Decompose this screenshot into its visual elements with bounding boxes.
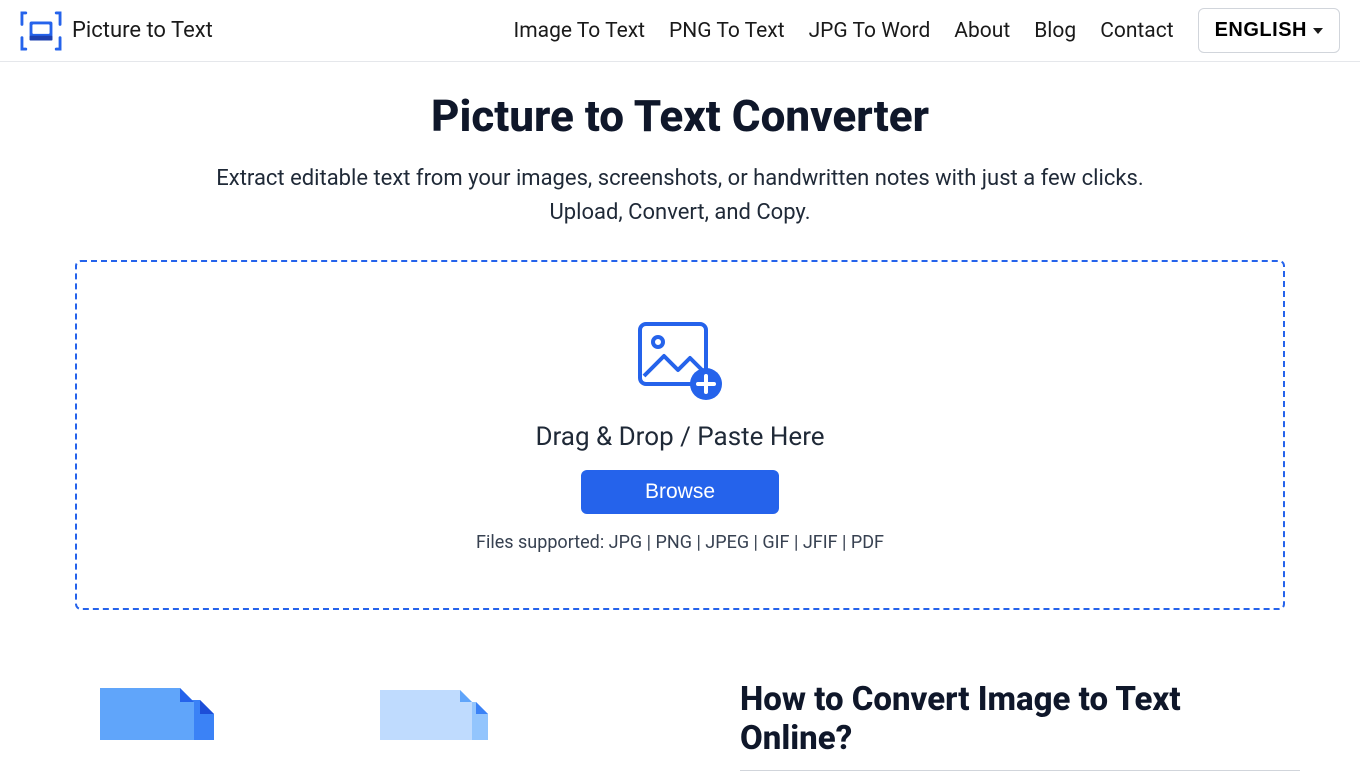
header: Picture to Text Image To Text PNG To Tex… — [0, 0, 1360, 62]
upload-image-icon — [634, 318, 726, 404]
nav-png-to-text[interactable]: PNG To Text — [669, 19, 785, 43]
illustration — [60, 680, 510, 740]
language-label: ENGLISH — [1215, 19, 1307, 42]
nav-contact[interactable]: Contact — [1100, 19, 1173, 43]
browse-button[interactable]: Browse — [581, 470, 779, 514]
dropzone-container: Drag & Drop / Paste Here Browse Files su… — [0, 230, 1360, 640]
nav-image-to-text[interactable]: Image To Text — [514, 19, 646, 43]
drop-text: Drag & Drop / Paste Here — [535, 422, 824, 452]
caret-down-icon — [1313, 28, 1323, 34]
file-stack-icon-light — [380, 690, 510, 740]
main-nav: Image To Text PNG To Text JPG To Word Ab… — [514, 8, 1340, 53]
how-to-title: How to Convert Image to Text Online? — [740, 680, 1300, 771]
hero-section: Picture to Text Converter Extract editab… — [0, 62, 1360, 230]
nav-blog[interactable]: Blog — [1034, 19, 1076, 43]
nav-jpg-to-word[interactable]: JPG To Word — [809, 19, 931, 43]
language-selector[interactable]: ENGLISH — [1198, 8, 1340, 53]
brand-logo-icon — [20, 11, 62, 51]
dropzone[interactable]: Drag & Drop / Paste Here Browse Files su… — [75, 260, 1285, 610]
how-to-section: How to Convert Image to Text Online? — [0, 640, 1360, 771]
page-title: Picture to Text Converter — [20, 90, 1340, 142]
brand-text: Picture to Text — [72, 18, 213, 43]
how-to-content: How to Convert Image to Text Online? — [740, 680, 1300, 771]
page-subtitle: Extract editable text from your images, … — [210, 162, 1150, 230]
file-stack-icon — [100, 680, 240, 740]
nav-about[interactable]: About — [954, 19, 1010, 43]
supported-formats-text: Files supported: JPG | PNG | JPEG | GIF … — [476, 532, 884, 553]
brand[interactable]: Picture to Text — [20, 11, 213, 51]
